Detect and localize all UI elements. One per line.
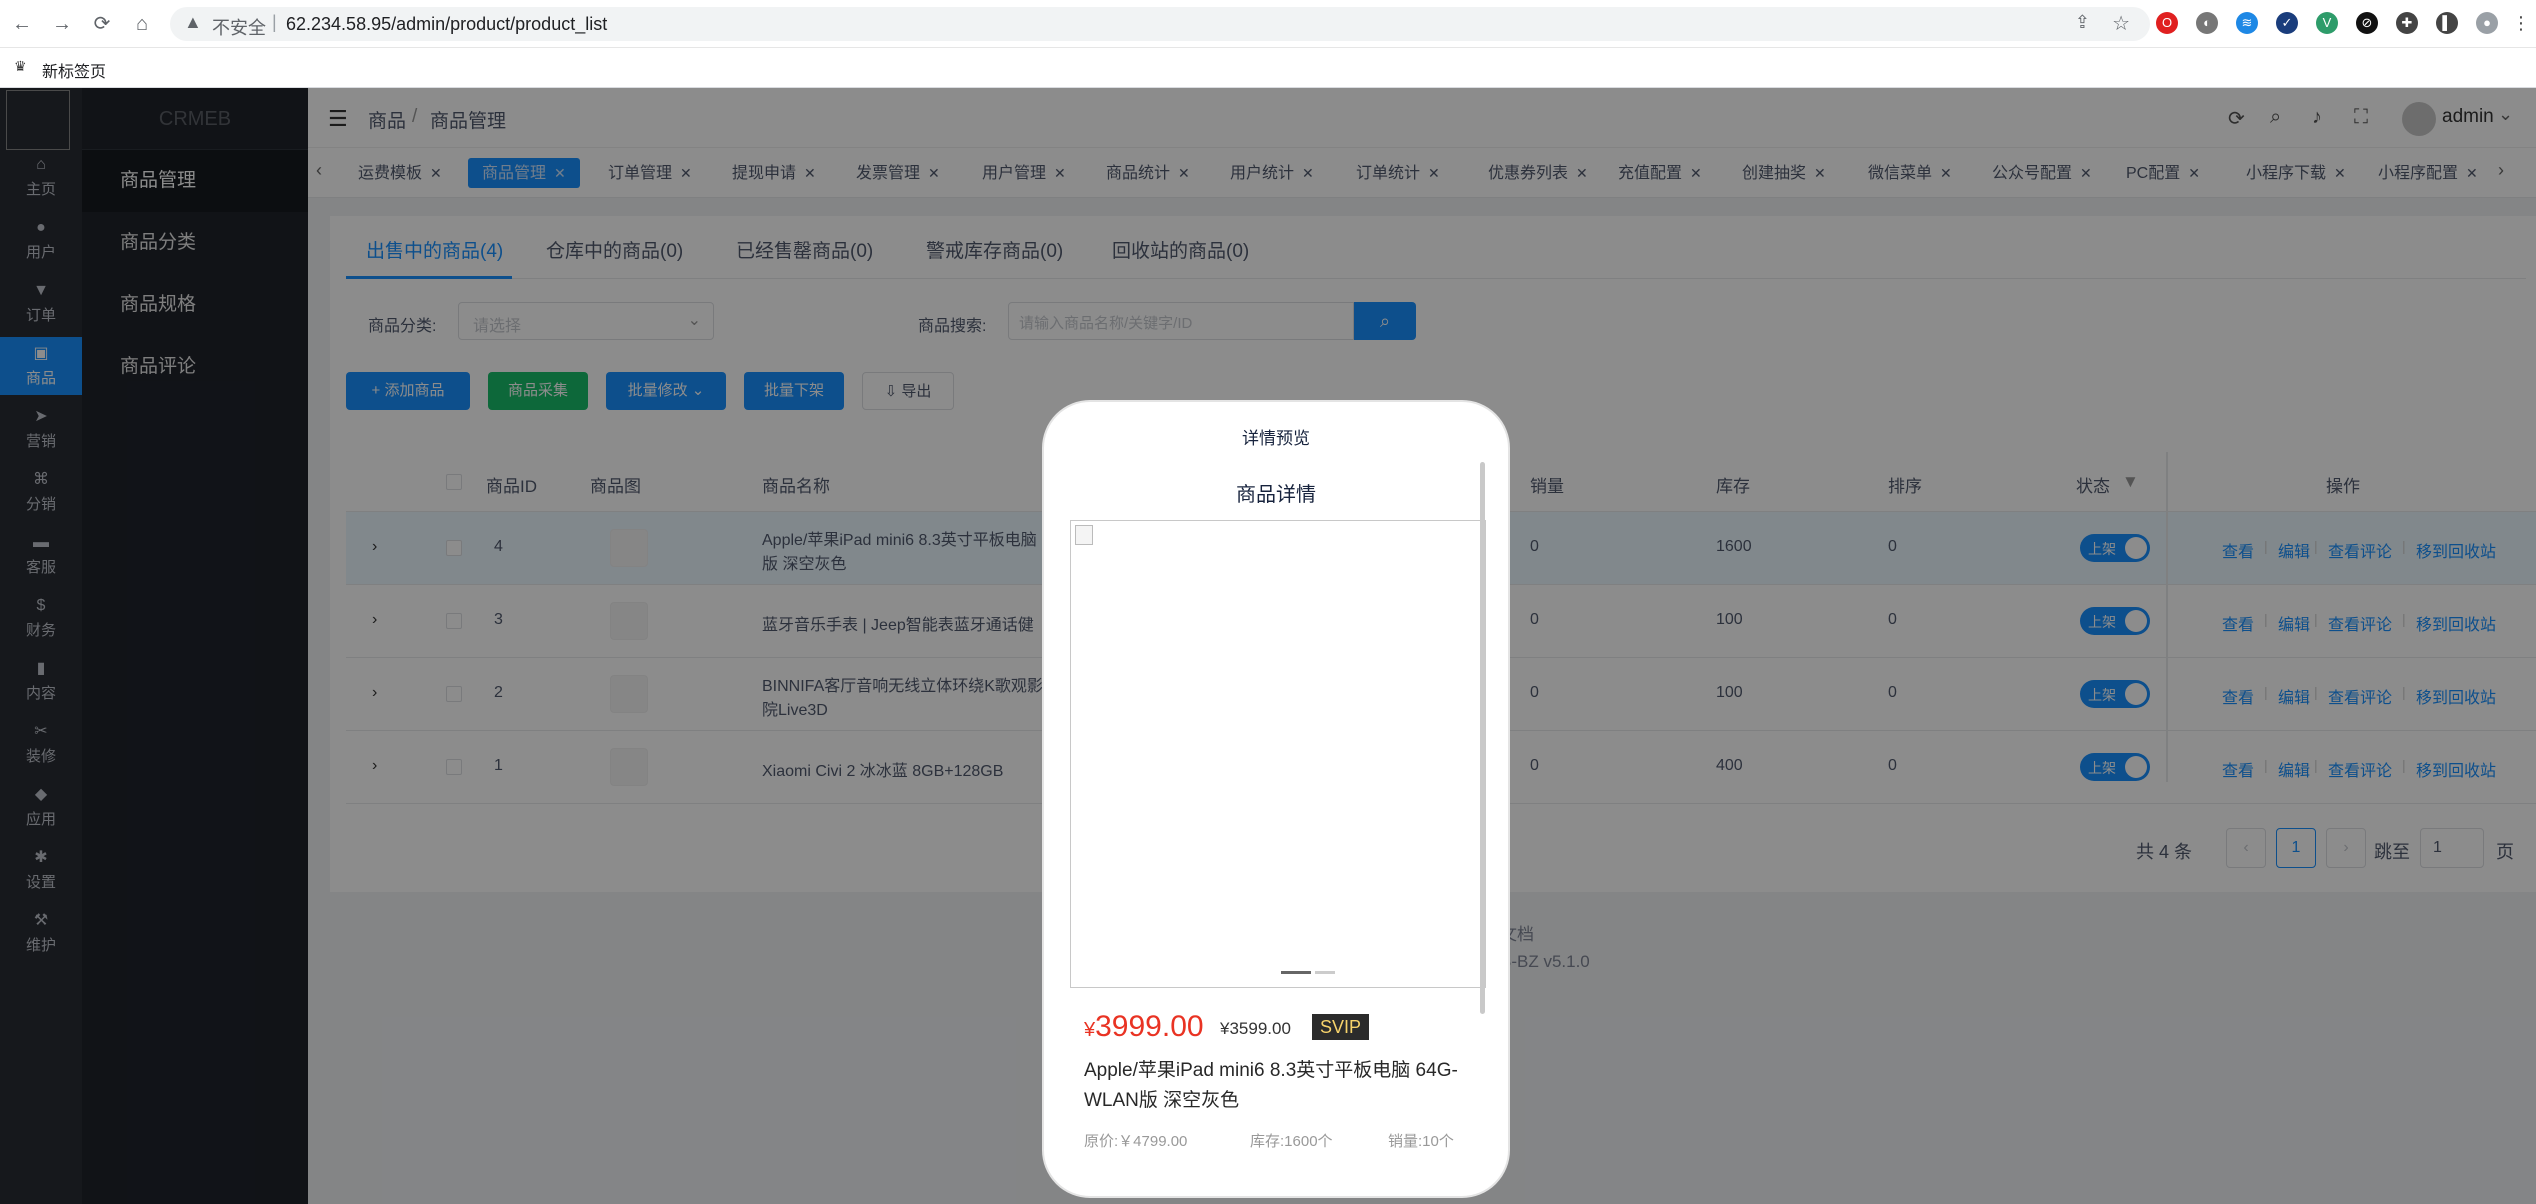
home-icon[interactable]: ⌂ <box>130 12 154 36</box>
insecure-label: 不安全 <box>212 18 266 38</box>
url-text[interactable]: 62.234.58.95/admin/product/product_list <box>286 14 607 35</box>
carousel-indicator-active[interactable] <box>1281 971 1311 974</box>
extensions-puzzle-icon[interactable]: ✚ <box>2396 12 2418 34</box>
profile-icon[interactable]: ● <box>2476 12 2498 34</box>
scrollbar[interactable] <box>1480 462 1485 1014</box>
original-price: 原价:￥4799.00 <box>1084 1133 1188 1150</box>
svip-badge: SVIP <box>1312 1014 1370 1040</box>
browser-toolbar: ← → ⟳ ⌂ ▲ 不安全 | 62.234.58.95/admin/produ… <box>0 0 2536 48</box>
share-icon[interactable]: ⇪ <box>2075 12 2090 33</box>
vip-price: ¥3599.00 <box>1220 1019 1291 1038</box>
currency-symbol: ¥ <box>1084 1019 1096 1041</box>
extension-badge-icon[interactable]: ◐ <box>2196 12 2218 34</box>
reload-icon[interactable]: ⟳ <box>90 12 114 36</box>
modal-title: 详情预览 <box>1242 429 1310 448</box>
back-icon[interactable]: ← <box>10 12 34 36</box>
stock-info: 库存:1600个 <box>1250 1133 1333 1150</box>
extension-vue-icon[interactable]: V <box>2316 12 2338 34</box>
preview-subtitle: 商品详情 <box>1236 484 1316 506</box>
address-separator: | <box>272 12 277 32</box>
address-bar[interactable]: ▲ 不安全 | 62.234.58.95/admin/product/produ… <box>170 7 2150 41</box>
product-name: Apple/苹果iPad mini6 8.3英寸平板电脑 64G-WLAN版 深… <box>1084 1060 1458 1111</box>
product-image-carousel[interactable] <box>1070 520 1486 988</box>
extension-check-icon[interactable]: ✓ <box>2276 12 2298 34</box>
sales-info: 销量:10个 <box>1388 1133 1454 1150</box>
extension-layers-icon[interactable]: ≋ <box>2236 12 2258 34</box>
bookmark-item[interactable]: 新标签页 <box>42 58 106 82</box>
sale-price-value: 3999.00 <box>1095 1010 1204 1043</box>
forward-icon[interactable]: → <box>50 12 74 36</box>
more-menu-icon[interactable]: ⋮ <box>2510 12 2532 34</box>
star-icon[interactable]: ☆ <box>2112 11 2130 36</box>
carousel-indicator[interactable] <box>1315 971 1335 974</box>
crown-icon: ♛ <box>14 58 27 74</box>
bookmarks-bar: ♛ 新标签页 <box>0 48 2536 88</box>
extension-block-icon[interactable]: ⊘ <box>2356 12 2378 34</box>
sale-price: ¥3999.00 <box>1084 1010 1204 1044</box>
detail-preview-modal: 详情预览 商品详情 ¥3999.00 ¥3599.00 SVIP Apple/苹… <box>1042 400 1510 1198</box>
sidepanel-icon[interactable]: ▌ <box>2436 12 2458 34</box>
warning-triangle-icon[interactable]: ▲ <box>184 12 202 33</box>
broken-image-icon <box>1075 525 1093 545</box>
extension-opera-icon[interactable]: O <box>2156 12 2178 34</box>
